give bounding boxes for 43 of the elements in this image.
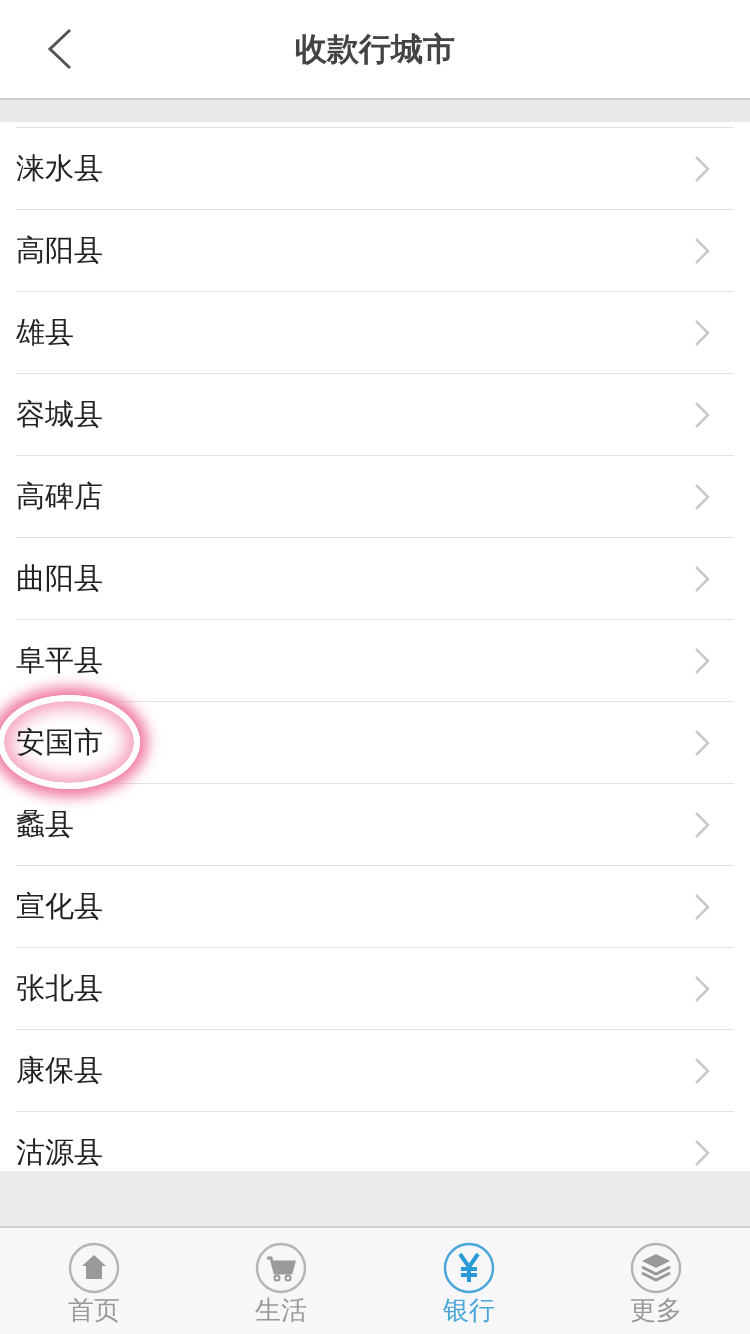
city-name: 曲阳县	[16, 559, 103, 597]
city-row[interactable]: 安国市	[16, 701, 734, 783]
chevron-right-icon	[694, 728, 710, 757]
city-row[interactable]: 雄县	[16, 291, 734, 373]
page-title: 收款行城市	[295, 29, 455, 70]
city-name: 蠡县	[16, 805, 74, 843]
city-name: 张北县	[16, 969, 103, 1007]
cart-icon	[255, 1242, 308, 1295]
city-row[interactable]: 张北县	[16, 947, 734, 1029]
city-row[interactable]: 高碑店	[16, 455, 734, 537]
city-row[interactable]: 曲阳县	[16, 537, 734, 619]
chevron-right-icon	[694, 154, 710, 183]
city-name: 阜平县	[16, 641, 103, 679]
city-name: 涞水县	[16, 149, 103, 187]
chevron-right-icon	[694, 482, 710, 511]
city-row[interactable]: 涞水县	[16, 127, 734, 209]
city-row[interactable]: 高阳县	[16, 209, 734, 291]
chevron-right-icon	[694, 400, 710, 429]
city-name: 宣化县	[16, 887, 103, 925]
yen-icon	[442, 1242, 495, 1295]
city-name: 安国市	[16, 723, 103, 761]
chevron-right-icon	[694, 318, 710, 347]
city-name: 康保县	[16, 1051, 103, 1089]
chevron-right-icon	[694, 1138, 710, 1167]
city-row[interactable]: 康保县	[16, 1029, 734, 1111]
chevron-right-icon	[694, 646, 710, 675]
city-name: 高碑店	[16, 477, 103, 515]
layers-icon	[630, 1242, 683, 1295]
city-row[interactable]: 阜平县	[16, 619, 734, 701]
chevron-right-icon	[694, 892, 710, 921]
city-row[interactable]: 宣化县	[16, 865, 734, 947]
home-icon	[67, 1242, 120, 1295]
city-name: 高阳县	[16, 231, 103, 269]
chevron-right-icon	[694, 974, 710, 1003]
city-name: 容城县	[16, 395, 103, 433]
chevron-right-icon	[694, 236, 710, 265]
chevron-right-icon	[694, 564, 710, 593]
city-name: 雄县	[16, 313, 74, 351]
chevron-right-icon	[694, 810, 710, 839]
city-row[interactable]: 容城县	[16, 373, 734, 455]
city-row[interactable]: 蠡县	[16, 783, 734, 865]
city-name: 沽源县	[16, 1133, 103, 1171]
chevron-right-icon	[694, 1056, 710, 1085]
